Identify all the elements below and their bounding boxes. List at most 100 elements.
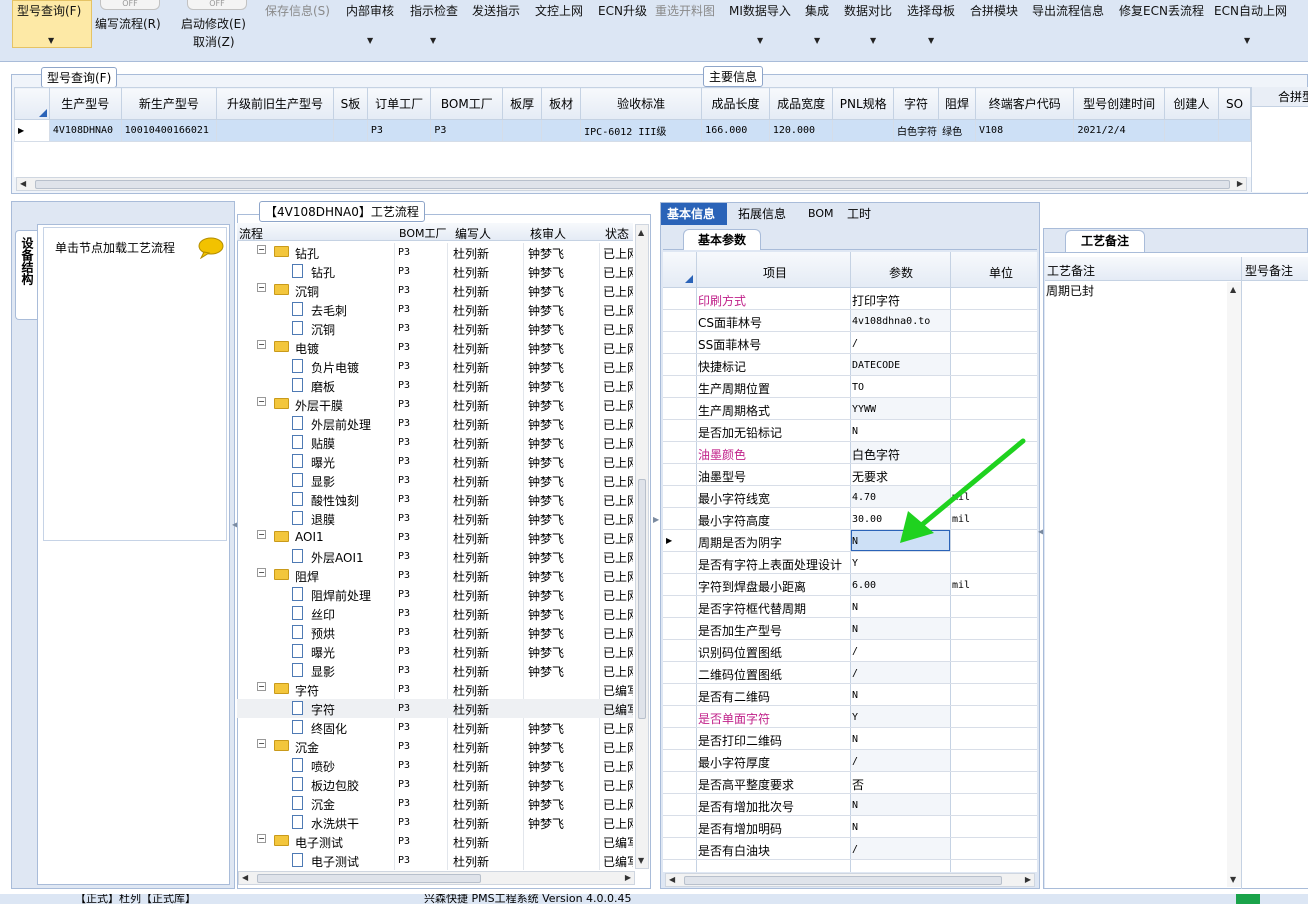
table-cell[interactable]: 2021/2/4 bbox=[1073, 119, 1165, 142]
param-value-cell[interactable] bbox=[851, 376, 950, 397]
cancel-button[interactable]: 取消(Z) bbox=[193, 33, 235, 50]
param-value[interactable]: YYWW bbox=[852, 404, 876, 415]
table-cell[interactable]: P3 bbox=[366, 119, 432, 142]
table-cell[interactable]: 166.000 bbox=[701, 119, 770, 142]
chevron-down-icon[interactable]: ▼ bbox=[757, 36, 763, 45]
tree-step-node[interactable]: 贴膜 P3 杜列新 钟梦飞 已上网 bbox=[237, 433, 633, 452]
param-value[interactable]: N bbox=[852, 426, 858, 437]
query-col-header[interactable]: SO bbox=[1218, 87, 1251, 120]
param-value[interactable]: / bbox=[852, 646, 858, 657]
query-col-header[interactable]: 订单工厂 bbox=[366, 87, 432, 120]
collapse-icon[interactable]: − bbox=[257, 834, 266, 843]
tree-step-node[interactable]: 阻焊前处理 P3 杜列新 钟梦飞 已上网 bbox=[237, 585, 633, 604]
tree-step-node[interactable]: 显影 P3 杜列新 钟梦飞 已上网 bbox=[237, 471, 633, 490]
param-row[interactable]: 是否字符框代替周期 N bbox=[663, 596, 1037, 618]
param-value[interactable]: N bbox=[852, 800, 858, 811]
query-col-header[interactable]: 成品宽度 bbox=[768, 87, 834, 120]
tree-step-node[interactable]: 曝光 P3 杜列新 钟梦飞 已上网 bbox=[237, 642, 633, 661]
tree-step-node[interactable]: 沉金 P3 杜列新 钟梦飞 已上网 bbox=[237, 794, 633, 813]
param-value[interactable]: DATECODE bbox=[852, 360, 900, 371]
param-row[interactable]: 生产周期位置 TO bbox=[663, 376, 1037, 398]
param-value[interactable]: 30.00 bbox=[852, 514, 882, 525]
tree-step-node[interactable]: 酸性蚀刻 P3 杜列新 钟梦飞 已上网 bbox=[237, 490, 633, 509]
tree-step-node[interactable]: 喷砂 P3 杜列新 钟梦飞 已上网 bbox=[237, 756, 633, 775]
table-cell[interactable] bbox=[502, 119, 543, 142]
flow-col-bom[interactable]: BOM工厂 bbox=[399, 225, 447, 241]
param-row[interactable]: 印刷方式 打印字符 bbox=[663, 288, 1037, 310]
query-col-header[interactable]: BOM工厂 bbox=[430, 87, 504, 120]
table-cell[interactable]: 4V108DHNA0 bbox=[48, 119, 122, 142]
param-value[interactable]: N bbox=[852, 690, 858, 701]
query-col-header[interactable]: PNL规格 bbox=[832, 87, 894, 120]
param-row[interactable]: 快捷标记 DATECODE bbox=[663, 354, 1037, 376]
param-value-cell[interactable] bbox=[851, 332, 950, 353]
param-value-cell[interactable] bbox=[851, 618, 950, 639]
flow-col-status[interactable]: 状态 bbox=[605, 225, 629, 242]
main-info-tab[interactable]: 主要信息 bbox=[703, 66, 764, 87]
table-cell[interactable] bbox=[1218, 119, 1251, 142]
collapse-icon[interactable]: − bbox=[257, 682, 266, 691]
param-col-value[interactable]: 参数 bbox=[889, 264, 913, 281]
tree-step-node[interactable]: 沉铜 P3 杜列新 钟梦飞 已上网 bbox=[237, 319, 633, 338]
query-col-header[interactable]: 升级前旧生产型号 bbox=[216, 87, 334, 120]
tab-process-remark[interactable]: 工艺备注 bbox=[1065, 230, 1145, 252]
param-row[interactable]: 生产周期格式 YYWW bbox=[663, 398, 1037, 420]
internal-review-button[interactable]: 内部审核 bbox=[346, 2, 394, 19]
tree-step-node[interactable]: 退膜 P3 杜列新 钟梦飞 已上网 bbox=[237, 509, 633, 528]
param-value[interactable]: 6.00 bbox=[852, 580, 876, 591]
param-col-unit[interactable]: 单位 bbox=[989, 264, 1013, 281]
tree-group-node[interactable]: − 字符 P3 杜列新 已编写 bbox=[237, 680, 633, 699]
table-cell[interactable] bbox=[541, 119, 582, 142]
collapse-icon[interactable]: − bbox=[257, 283, 266, 292]
flow-col-writer[interactable]: 编写人 bbox=[455, 225, 491, 242]
scroll-right-icon[interactable]: ▶ bbox=[625, 873, 631, 882]
flow-vscrollbar[interactable]: ▲ ▼ bbox=[635, 224, 649, 869]
param-value[interactable]: N bbox=[852, 602, 858, 613]
send-instruction-button[interactable]: 发送指示 bbox=[472, 2, 520, 19]
export-flow-button[interactable]: 导出流程信息 bbox=[1032, 2, 1104, 19]
tab-bom[interactable]: BOM bbox=[808, 203, 834, 225]
param-value[interactable]: / bbox=[852, 844, 858, 855]
tree-step-node[interactable]: 电子测试 P3 杜列新 已编写 bbox=[237, 851, 633, 870]
tree-step-node[interactable]: 外层AOI1 P3 杜列新 钟梦飞 已上网 bbox=[237, 547, 633, 566]
param-value-cell[interactable] bbox=[851, 596, 950, 617]
chevron-down-icon[interactable]: ▼ bbox=[367, 36, 373, 45]
splitter-grip-icon[interactable]: ▶ bbox=[653, 515, 659, 524]
param-value-cell[interactable] bbox=[851, 750, 950, 771]
param-row[interactable]: 是否有二维码 N bbox=[663, 684, 1037, 706]
tree-group-node[interactable]: − 电子测试 P3 杜列新 已编写 bbox=[237, 832, 633, 851]
param-value-cell[interactable] bbox=[851, 838, 950, 859]
param-value[interactable]: N bbox=[852, 624, 858, 635]
side-tab-equipment[interactable]: 设备结构 bbox=[15, 230, 37, 320]
scroll-down-icon[interactable]: ▼ bbox=[1230, 875, 1236, 884]
tab-man-hours[interactable]: 工时 bbox=[847, 203, 871, 225]
table-row[interactable]: ▶ 4V108DHNA0 10010400166021 P3 P3 IPC-6012 II… bbox=[14, 119, 1251, 142]
collapse-icon[interactable]: − bbox=[257, 568, 266, 577]
query-col-header[interactable]: 生产型号 bbox=[48, 87, 122, 120]
mi-import-button[interactable]: MI数据导入 bbox=[729, 2, 791, 19]
query-col-header[interactable]: S板 bbox=[332, 87, 368, 120]
param-value[interactable]: N bbox=[852, 822, 858, 833]
scroll-up-icon[interactable]: ▲ bbox=[1230, 285, 1236, 294]
param-value[interactable]: N bbox=[852, 536, 858, 547]
tree-group-node[interactable]: − 沉金 P3 杜列新 钟梦飞 已上网 bbox=[237, 737, 633, 756]
query-col-header[interactable]: 验收标准 bbox=[580, 87, 703, 120]
param-hscrollbar[interactable]: ◀ ▶ bbox=[665, 873, 1035, 887]
ime-icon[interactable] bbox=[1236, 894, 1260, 904]
flow-hscrollbar[interactable]: ◀ ▶ bbox=[238, 871, 635, 885]
param-row[interactable]: CS面菲林号 4v108dhna0.to bbox=[663, 310, 1037, 332]
param-row[interactable]: 是否打印二维码 N bbox=[663, 728, 1037, 750]
tab-extended-info[interactable]: 拓展信息 bbox=[738, 203, 786, 225]
param-value-cell[interactable] bbox=[851, 552, 950, 573]
param-value[interactable]: 4v108dhna0.to bbox=[852, 316, 930, 327]
param-value[interactable]: / bbox=[852, 338, 858, 349]
param-value-cell[interactable] bbox=[851, 640, 950, 661]
query-col-header[interactable]: 字符 bbox=[892, 87, 940, 120]
save-info-button[interactable]: 保存信息(S) bbox=[265, 2, 330, 19]
instruction-check-button[interactable]: 指示检查 bbox=[410, 2, 458, 19]
tree-step-node[interactable]: 板边包胶 P3 杜列新 钟梦飞 已上网 bbox=[237, 775, 633, 794]
param-value[interactable]: TO bbox=[852, 382, 864, 393]
scroll-left-icon[interactable]: ◀ bbox=[20, 179, 26, 188]
scroll-thumb[interactable] bbox=[638, 479, 646, 719]
scroll-left-icon[interactable]: ◀ bbox=[669, 875, 675, 884]
